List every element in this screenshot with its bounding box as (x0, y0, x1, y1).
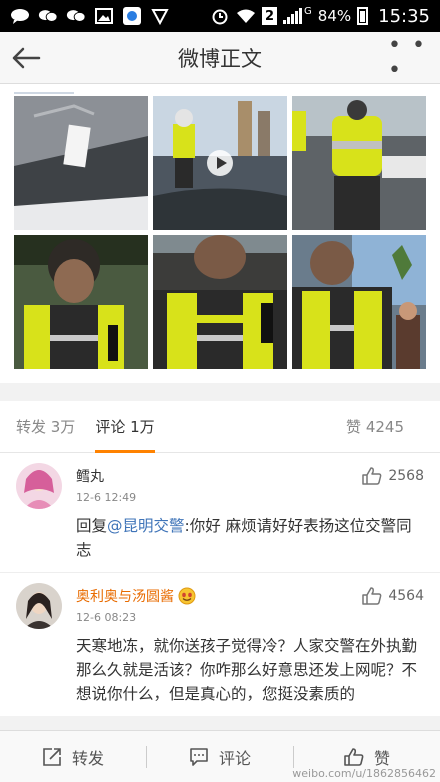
smiling-face-icon (178, 587, 196, 605)
status-bar: 2 G 84% 15:35 (0, 0, 440, 32)
post-detail: 转发 3万 评论 1万 赞 4245 鳕丸 2568 12-6 12:49 回复… (0, 84, 440, 730)
photo-thumb-5[interactable] (153, 235, 287, 369)
signal-icon (283, 8, 303, 24)
comment-icon (190, 747, 208, 766)
wechat-icon-2 (66, 8, 86, 24)
comment-button[interactable]: 评论 (147, 731, 293, 782)
bottom-action-bar: 转发 评论 赞 weibo.com/u/1862856462 (0, 730, 440, 782)
tab-repost[interactable]: 转发 3万 (16, 401, 75, 453)
comment-like-button[interactable]: 4564 (362, 587, 424, 605)
reply-prefix: 回复 (76, 517, 108, 535)
avatar[interactable] (16, 463, 62, 509)
avatar[interactable] (16, 583, 62, 629)
tab-like[interactable]: 赞 4245 (346, 401, 404, 453)
repost-label: 转发 (71, 748, 104, 768)
comment-time: 12-6 08:23 (76, 611, 137, 624)
post-body (0, 84, 440, 383)
comment-item: 鳕丸 2568 12-6 12:49 回复@昆明交警:你好 麻烦请好好表扬这位交… (0, 453, 440, 573)
alarm-icon (210, 8, 230, 25)
comment-label: 评论 (218, 748, 251, 768)
repost-button[interactable]: 转发 (0, 731, 146, 782)
chat-bubble-icon (10, 8, 30, 24)
app-header: 微博正文 • • • (0, 32, 440, 84)
gallery-icon (94, 8, 114, 24)
mention-link[interactable]: @昆明交警 (107, 517, 185, 535)
clock: 15:35 (378, 5, 430, 27)
commenter-name[interactable]: 奥利奥与汤圆酱 (76, 586, 174, 606)
comment-time: 12-6 12:49 (76, 491, 137, 504)
more-options-button[interactable]: • • • (388, 32, 440, 84)
tab-comment[interactable]: 评论 1万 (95, 401, 155, 453)
app-icon (122, 7, 142, 25)
wechat-icon (38, 8, 58, 24)
thumbs-up-icon (344, 747, 364, 766)
comment-like-button[interactable]: 2568 (362, 467, 424, 485)
section-gap (0, 383, 440, 401)
interaction-tabs: 转发 3万 评论 1万 赞 4245 (0, 401, 440, 453)
photo-thumb-6[interactable] (292, 235, 426, 369)
wifi-icon (236, 8, 256, 24)
photo-thumb-1[interactable] (14, 96, 148, 230)
photo-grid (14, 96, 426, 369)
battery-percent: 84% (317, 7, 352, 25)
network-type: G (304, 5, 312, 17)
thumbs-up-icon (362, 587, 382, 605)
photo-thumb-3[interactable] (292, 96, 426, 230)
photo-thumb-2[interactable] (153, 96, 287, 230)
comment-text: 回复@昆明交警:你好 麻烦请好好表扬这位交警同志 (76, 514, 424, 562)
repost-icon (43, 747, 61, 766)
post-text-fragment (14, 92, 74, 94)
comment-item: 奥利奥与汤圆酱 4564 12-6 08:23 天寒地冻，就你送孩子觉得冷？人家… (0, 573, 440, 716)
battery-icon (357, 7, 369, 25)
comment-like-count: 2568 (388, 468, 424, 484)
arrow-left-icon (12, 47, 41, 68)
photo-thumb-4[interactable] (14, 235, 148, 369)
back-button[interactable] (0, 32, 52, 84)
shield-icon (150, 8, 170, 25)
like-label: 赞 (373, 748, 390, 768)
commenter-name[interactable]: 鳕丸 (76, 466, 104, 486)
comment-text: 天寒地冻，就你送孩子觉得冷？人家交警在外执勤那么久就是活该？你咋那么好意思还发上… (76, 637, 418, 703)
watermark: weibo.com/u/1862856462 (292, 767, 436, 780)
page-title: 微博正文 (178, 46, 262, 71)
sim-badge: 2 (261, 7, 278, 25)
comment-like-count: 4564 (388, 588, 424, 604)
thumbs-up-icon (362, 467, 382, 485)
play-icon (207, 150, 233, 176)
